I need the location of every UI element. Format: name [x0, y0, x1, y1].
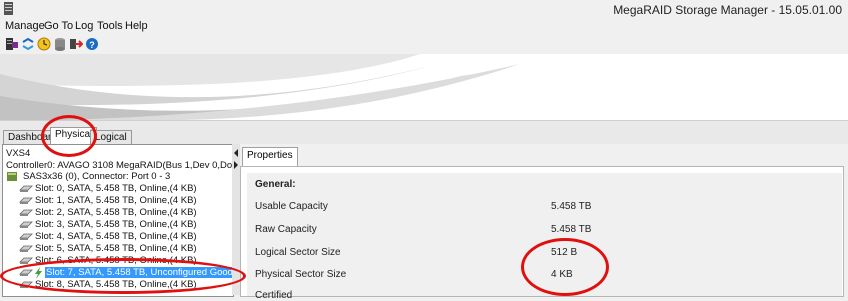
- hard-drive-icon: [19, 245, 33, 252]
- menu-help[interactable]: Help: [125, 20, 148, 32]
- clock-icon[interactable]: [37, 37, 51, 51]
- hard-drive-icon: [19, 233, 33, 240]
- view-tabs: Dashboard Physical Logical: [0, 120, 848, 146]
- physical-tree-panel: VXS4 Controller0: AVAGO 3108 MegaRAID(Bu…: [2, 144, 234, 297]
- prop-physical-sector-value: 4 KB: [551, 269, 573, 280]
- hard-drive-icon: [19, 221, 33, 228]
- tree-slot-label: Slot: 4, SATA, 5.458 TB, Online,(4 KB): [35, 231, 197, 242]
- help-icon[interactable]: ?: [85, 37, 99, 51]
- prop-usable-capacity-label: Usable Capacity: [255, 201, 328, 212]
- menu-go-to[interactable]: Go To: [44, 20, 73, 32]
- menu-manage[interactable]: Manage: [5, 20, 45, 32]
- tab-properties[interactable]: Properties: [242, 147, 298, 167]
- tree-slot-label: Slot: 0, SATA, 5.458 TB, Online,(4 KB): [35, 183, 197, 194]
- prop-certified-label: Certified: [255, 290, 293, 301]
- database-icon[interactable]: [53, 37, 67, 51]
- menu-tools[interactable]: Tools: [97, 20, 123, 32]
- hard-drive-icon: [19, 281, 33, 288]
- tree-slot-label: Slot: 6, SATA, 5.458 TB, Online,(4 KB): [35, 255, 197, 266]
- expander-icon: [7, 172, 17, 181]
- tree-root[interactable]: VXS4: [6, 148, 30, 159]
- server-icon[interactable]: [5, 37, 19, 51]
- tree-slot-label: Slot: 2, SATA, 5.458 TB, Online,(4 KB): [35, 207, 197, 218]
- title-bar: MegaRAID Storage Manager - 15.05.01.00: [0, 0, 848, 18]
- header-banner: [0, 54, 848, 120]
- menu-log[interactable]: Log: [75, 20, 93, 32]
- tree-slot-label: Slot: 5, SATA, 5.458 TB, Online,(4 KB): [35, 243, 197, 254]
- svg-text:?: ?: [89, 40, 95, 50]
- app-server-icon: [4, 2, 13, 15]
- collapse-arrows-icon[interactable]: [233, 148, 239, 170]
- hard-drive-icon: [19, 209, 33, 216]
- hard-drive-icon: [19, 257, 33, 264]
- hard-drive-icon: [19, 197, 33, 204]
- prop-raw-capacity-label: Raw Capacity: [255, 224, 317, 235]
- refresh-icon[interactable]: [21, 37, 35, 51]
- properties-panel: General: Usable Capacity 5.458 TB Raw Ca…: [240, 166, 844, 301]
- tree-slot-label: Slot: 3, SATA, 5.458 TB, Online,(4 KB): [35, 219, 197, 230]
- hard-drive-icon: [19, 185, 33, 192]
- tree-controller[interactable]: Controller0: AVAGO 3108 MegaRAID(Bus 1,D…: [6, 160, 233, 171]
- tree-slot-label: Slot: 1, SATA, 5.458 TB, Online,(4 KB): [35, 195, 197, 206]
- panel-splitter[interactable]: [232, 144, 240, 295]
- tree-expander-label: SAS3x36 (0), Connector: Port 0 - 3: [23, 171, 171, 182]
- banner-swoosh-graphic: [0, 54, 848, 120]
- hard-drive-icon: [19, 269, 33, 276]
- window-title: MegaRAID Storage Manager - 15.05.01.00: [613, 3, 842, 17]
- prop-raw-capacity-value: 5.458 TB: [551, 224, 592, 235]
- prop-logical-sector-value: 512 B: [551, 247, 578, 258]
- prop-logical-sector-label: Logical Sector Size: [255, 247, 341, 258]
- prop-physical-sector-label: Physical Sector Size: [255, 269, 347, 280]
- tree-slot-label: Slot: 8, SATA, 5.458 TB, Online,(4 KB): [35, 279, 197, 290]
- exit-icon[interactable]: [69, 37, 83, 51]
- properties-content: General: Usable Capacity 5.458 TB Raw Ca…: [247, 173, 842, 301]
- properties-section-heading: General:: [255, 179, 296, 190]
- toolbar: ?: [0, 34, 848, 54]
- tree-slot-label: Slot: 7, SATA, 5.458 TB, Unconfigured Go…: [45, 267, 233, 278]
- properties-tab-strip: Properties: [240, 144, 848, 167]
- lightning-status-icon: [35, 267, 42, 279]
- menu-bar: Manage Go To Log Tools Help: [0, 18, 848, 34]
- prop-usable-capacity-value: 5.458 TB: [551, 201, 592, 212]
